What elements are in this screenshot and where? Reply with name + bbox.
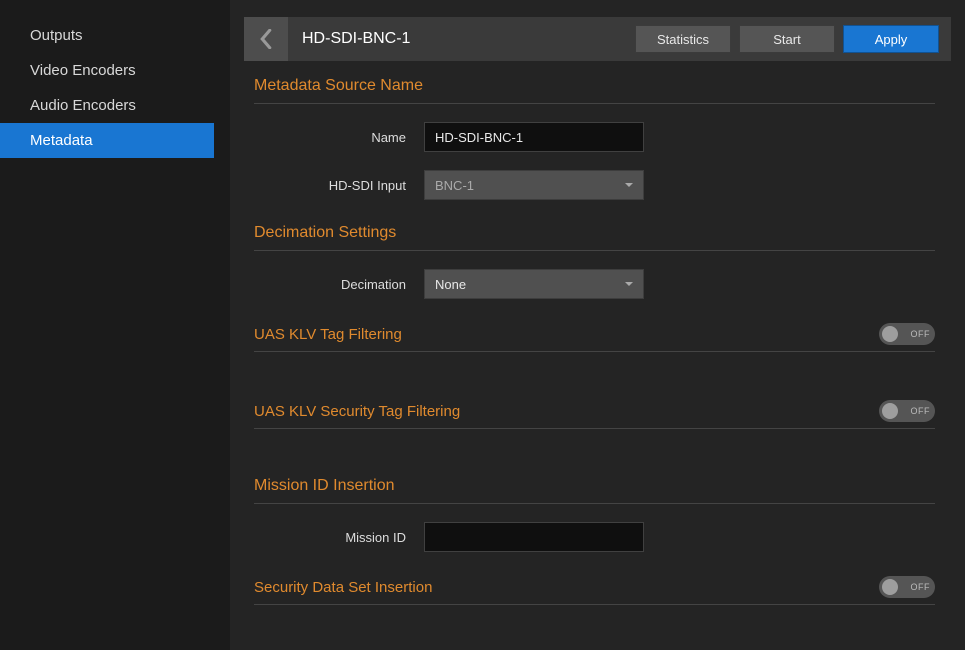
row-hd-sdi-input: HD-SDI Input BNC-1 <box>254 170 935 200</box>
heading-uas-klv-sec-tag: UAS KLV Security Tag Filtering <box>254 403 460 420</box>
page-title: HD-SDI-BNC-1 <box>302 30 635 48</box>
sidebar-item-audio-encoders[interactable]: Audio Encoders <box>0 88 230 123</box>
heading-uas-klv-tag: UAS KLV Tag Filtering <box>254 326 402 343</box>
section-decimation: Decimation Settings Decimation None <box>254 224 935 299</box>
row-uas-klv-tag: UAS KLV Tag Filtering OFF <box>254 323 935 352</box>
label-name: Name <box>254 130 424 145</box>
label-hd-sdi-input: HD-SDI Input <box>254 178 424 193</box>
sidebar-item-metadata[interactable]: Metadata <box>0 123 214 158</box>
hd-sdi-input-select[interactable]: BNC-1 <box>424 170 644 200</box>
header-buttons: Statistics Start Apply <box>635 25 951 53</box>
sidebar: Outputs Video Encoders Audio Encoders Me… <box>0 0 230 650</box>
section-uas-klv-sec-tag: UAS KLV Security Tag Filtering OFF <box>254 400 935 429</box>
toggle-uas-klv-tag[interactable]: OFF <box>879 323 935 345</box>
toggle-uas-klv-sec-tag[interactable]: OFF <box>879 400 935 422</box>
sidebar-item-outputs[interactable]: Outputs <box>0 18 230 53</box>
apply-button[interactable]: Apply <box>843 25 939 53</box>
sidebar-item-video-encoders[interactable]: Video Encoders <box>0 53 230 88</box>
toggle-knob <box>882 326 898 342</box>
form-area: Metadata Source Name Name HD-SDI Input B… <box>230 61 965 650</box>
select-value: BNC-1 <box>435 178 474 193</box>
section-metadata-source: Metadata Source Name Name HD-SDI Input B… <box>254 77 935 200</box>
section-uas-klv-tag: UAS KLV Tag Filtering OFF <box>254 323 935 352</box>
row-mission-id: Mission ID <box>254 522 935 552</box>
decimation-select[interactable]: None <box>424 269 644 299</box>
toggle-state-label: OFF <box>911 329 931 339</box>
name-input[interactable] <box>424 122 644 152</box>
caret-down-icon <box>625 282 633 286</box>
section-security-data: Security Data Set Insertion OFF <box>254 576 935 605</box>
select-value: None <box>435 277 466 292</box>
label-mission-id: Mission ID <box>254 530 424 545</box>
header-bar: HD-SDI-BNC-1 Statistics Start Apply <box>244 17 951 61</box>
row-name: Name <box>254 122 935 152</box>
heading-security-data: Security Data Set Insertion <box>254 579 432 596</box>
section-heading-decimation: Decimation Settings <box>254 224 935 251</box>
toggle-knob <box>882 403 898 419</box>
row-security-data: Security Data Set Insertion OFF <box>254 576 935 605</box>
chevron-left-icon <box>259 29 273 49</box>
statistics-button[interactable]: Statistics <box>635 25 731 53</box>
mission-id-input[interactable] <box>424 522 644 552</box>
section-mission-id: Mission ID Insertion Mission ID <box>254 477 935 552</box>
section-heading-source: Metadata Source Name <box>254 77 935 104</box>
start-button[interactable]: Start <box>739 25 835 53</box>
section-heading-mission: Mission ID Insertion <box>254 477 935 504</box>
content-area: HD-SDI-BNC-1 Statistics Start Apply Meta… <box>230 0 965 650</box>
row-uas-klv-sec-tag: UAS KLV Security Tag Filtering OFF <box>254 400 935 429</box>
label-decimation: Decimation <box>254 277 424 292</box>
row-decimation: Decimation None <box>254 269 935 299</box>
back-button[interactable] <box>244 17 288 61</box>
toggle-security-data[interactable]: OFF <box>879 576 935 598</box>
toggle-state-label: OFF <box>911 582 931 592</box>
caret-down-icon <box>625 183 633 187</box>
toggle-state-label: OFF <box>911 406 931 416</box>
toggle-knob <box>882 579 898 595</box>
